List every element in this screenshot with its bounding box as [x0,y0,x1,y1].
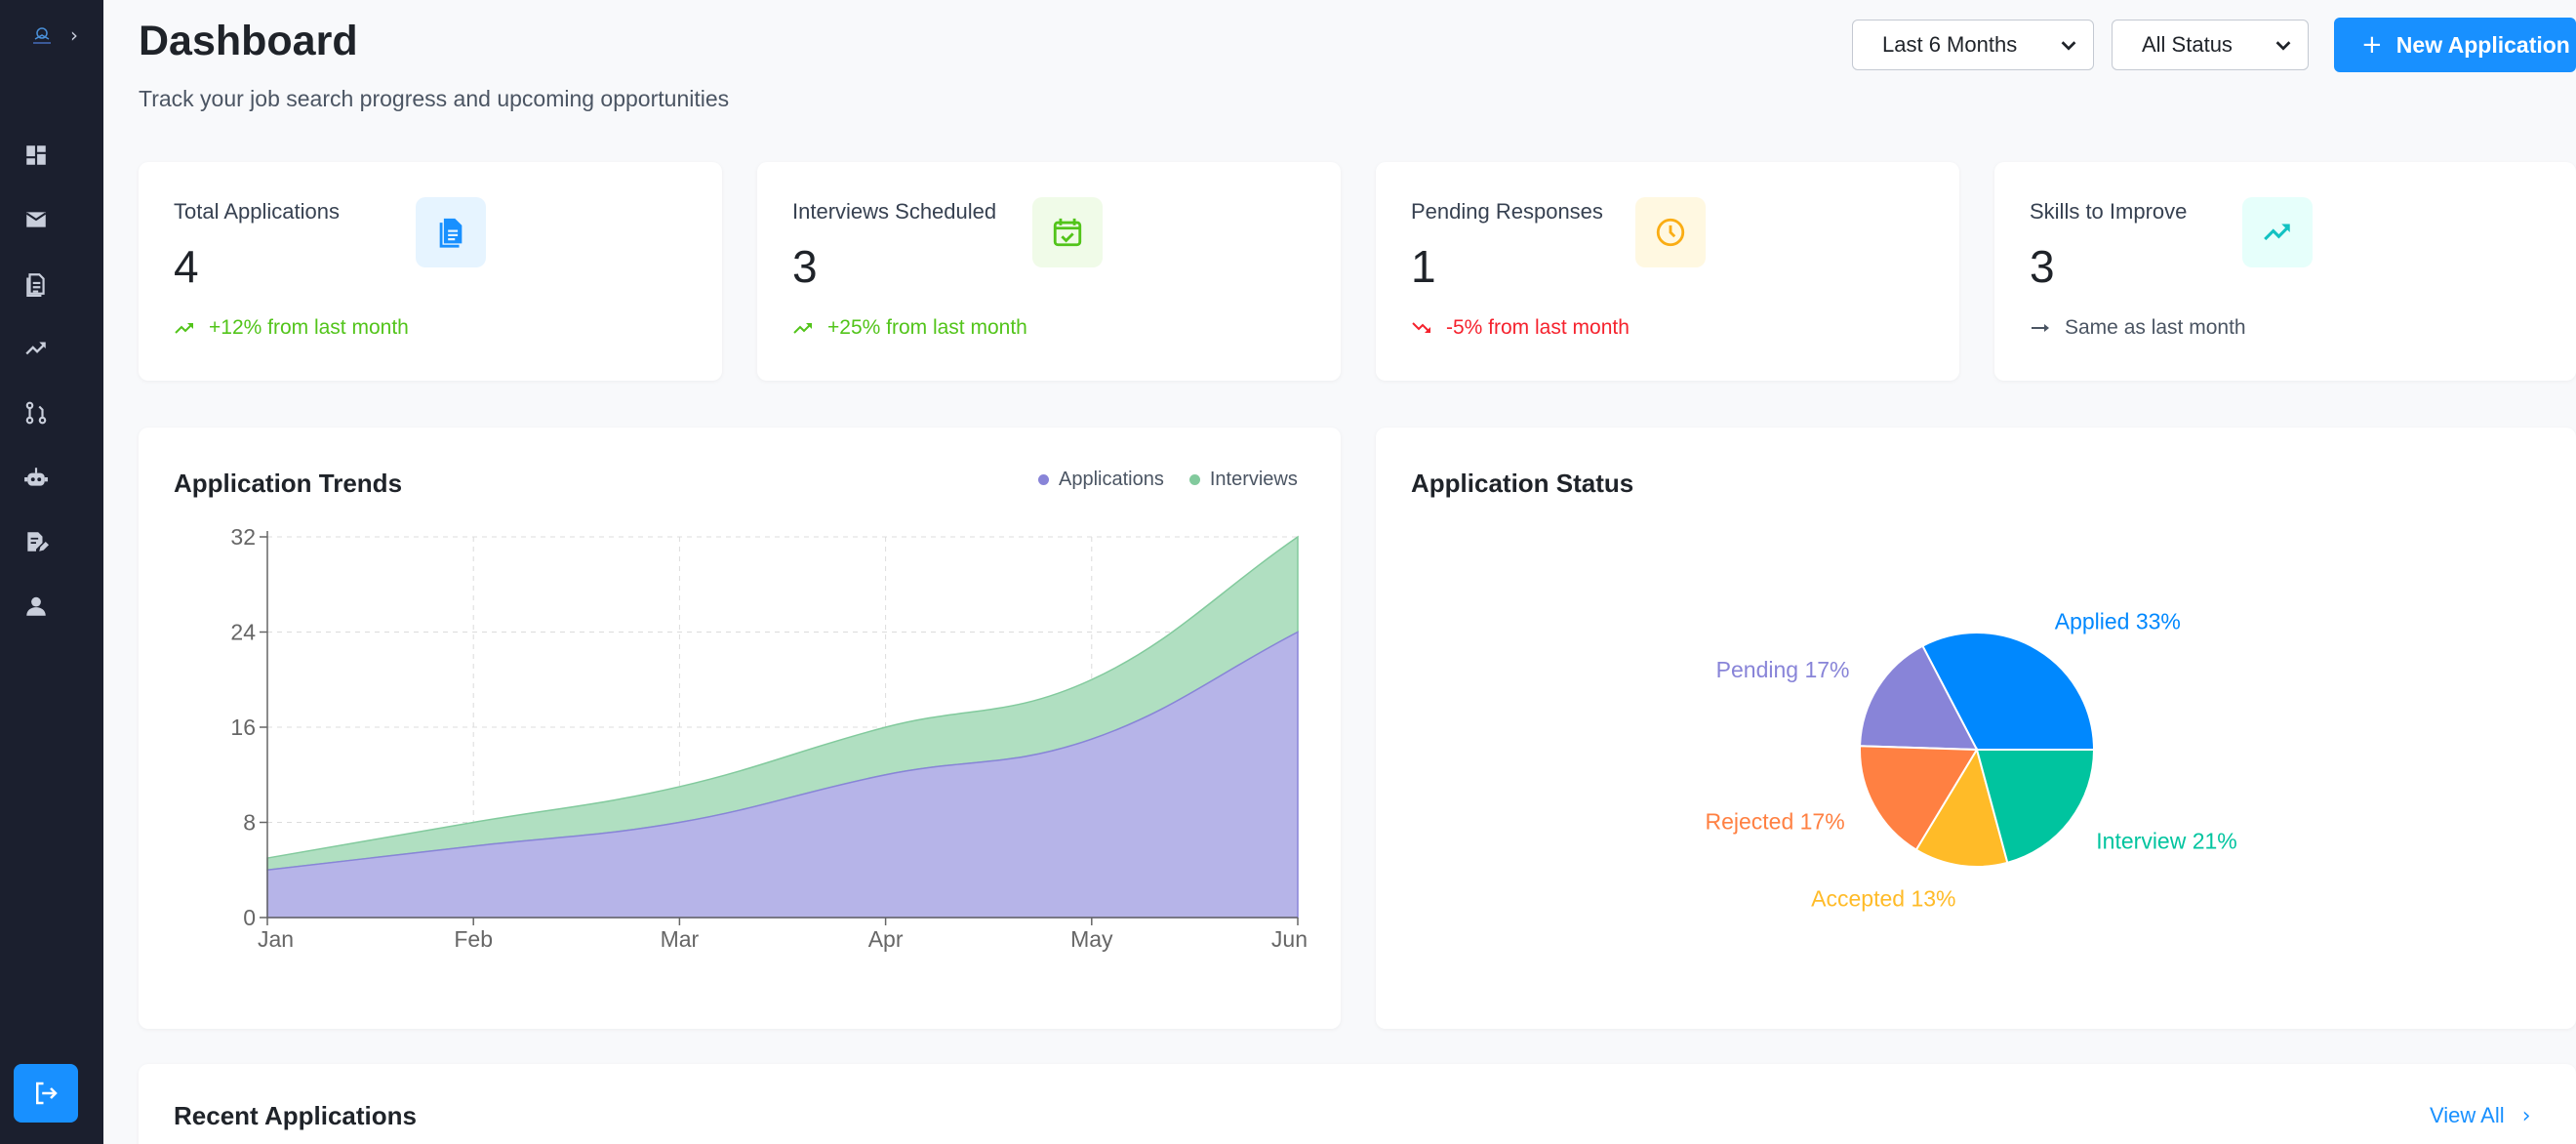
application-status-panel: Application Status Applied 33% Pending 17… [1376,428,2576,1029]
stat-card-skills-to-improve: Skills to Improve 3 Same as last month [1994,162,2576,381]
page-title: Dashboard [139,18,358,64]
sidebar: › [0,0,103,1144]
robot-icon[interactable] [20,461,53,494]
plus-icon: + [2361,30,2383,60]
x-tick-label: Jun [1271,926,1308,952]
trending-down-icon [1412,322,1430,333]
trending-up-icon [793,323,812,334]
arrow-right-icon [2032,324,2049,332]
stat-card-interviews-scheduled: Interviews Scheduled 3 +25% from last mo… [757,162,1341,381]
stat-trend-text: -5% from last month [1446,316,1630,339]
x-tick-label: May [1070,926,1113,952]
new-application-button[interactable]: + New Application [2334,18,2576,72]
pie-label-interview: Interview 21% [2096,829,2236,854]
stat-label: Pending Responses [1411,199,1603,224]
edit-document-icon[interactable] [20,525,53,558]
y-tick-label: 8 [243,810,256,836]
pie-label-accepted: Accepted 13% [1811,885,1955,911]
application-status-chart: Applied 33% Pending 17% Rejected 17% Accept… [1705,608,2236,911]
stat-trend-text: Same as last month [2065,316,2246,339]
new-application-label: New Application [2395,31,2570,58]
panel-title: Recent Applications [174,1101,417,1130]
stat-label: Total Applications [174,199,340,224]
stat-value: 3 [2030,241,2055,292]
stat-label: Skills to Improve [2030,199,2188,224]
pie-label-rejected: Rejected 17% [1705,809,1844,835]
stat-card-total-applications: Total Applications 4 +12% from last mont… [139,162,722,381]
y-tick-label: 0 [243,905,256,930]
workflow-icon[interactable] [20,396,53,429]
pie-label-pending: Pending 17% [1716,657,1850,682]
x-tick-label: Apr [868,926,904,952]
clock-icon [1635,197,1706,267]
stat-value: 3 [792,241,818,292]
trending-up-icon [175,323,193,334]
stat-card-pending-responses: Pending Responses 1 -5% from last month [1376,162,1959,381]
y-tick-label: 24 [230,620,256,645]
chevron-down-icon [2275,41,2291,51]
stat-value: 4 [174,241,199,292]
chevron-right-icon: › [2521,1104,2531,1128]
view-all-label: View All [2430,1103,2505,1127]
stat-trend: Same as last month [2030,316,2246,340]
application-trends-chart: 0 8 16 24 32 Jan Feb Mar Apr May Jun [230,524,1308,952]
stat-trend: +25% from last month [792,316,1027,340]
y-tick-label: 32 [230,524,256,550]
user-icon[interactable] [20,590,53,623]
trending-up-icon[interactable] [20,332,53,365]
pie-label-applied: Applied 33% [2055,608,2181,633]
status-select-value: All Status [2142,32,2233,57]
stat-value: 1 [1411,241,1436,292]
page-subtitle: Track your job search progress and upcom… [139,86,730,111]
recent-applications-panel: Recent Applications [139,1064,2576,1144]
period-select[interactable]: Last 6 Months [1852,20,2094,70]
application-trends-panel: Application Trends Applications Intervie… [139,428,1341,1029]
view-all-link[interactable]: View All › [2430,1103,2531,1128]
x-tick-label: Jan [258,926,294,952]
calendar-check-icon [1032,197,1103,267]
dashboard-icon[interactable] [20,139,53,172]
mail-icon[interactable] [20,203,53,236]
chevron-down-icon [2061,41,2076,51]
logout-button[interactable] [14,1064,78,1123]
status-select[interactable]: All Status [2112,20,2309,70]
document-icon[interactable] [20,267,53,301]
stat-trend-text: +12% from last month [209,316,409,339]
stat-label: Interviews Scheduled [792,199,997,224]
stat-trend: -5% from last month [1411,316,1630,340]
stat-trend-text: +25% from last month [827,316,1027,339]
chevron-right-icon[interactable]: › [70,23,78,47]
y-tick-label: 16 [230,715,256,740]
app-logo[interactable] [29,25,55,47]
x-tick-label: Feb [454,926,493,952]
trending-up-icon [2242,197,2313,267]
document-icon [416,197,486,267]
x-tick-label: Mar [661,926,700,952]
period-select-value: Last 6 Months [1882,32,2018,57]
logout-icon [36,1082,58,1105]
stat-trend: +12% from last month [174,316,409,340]
